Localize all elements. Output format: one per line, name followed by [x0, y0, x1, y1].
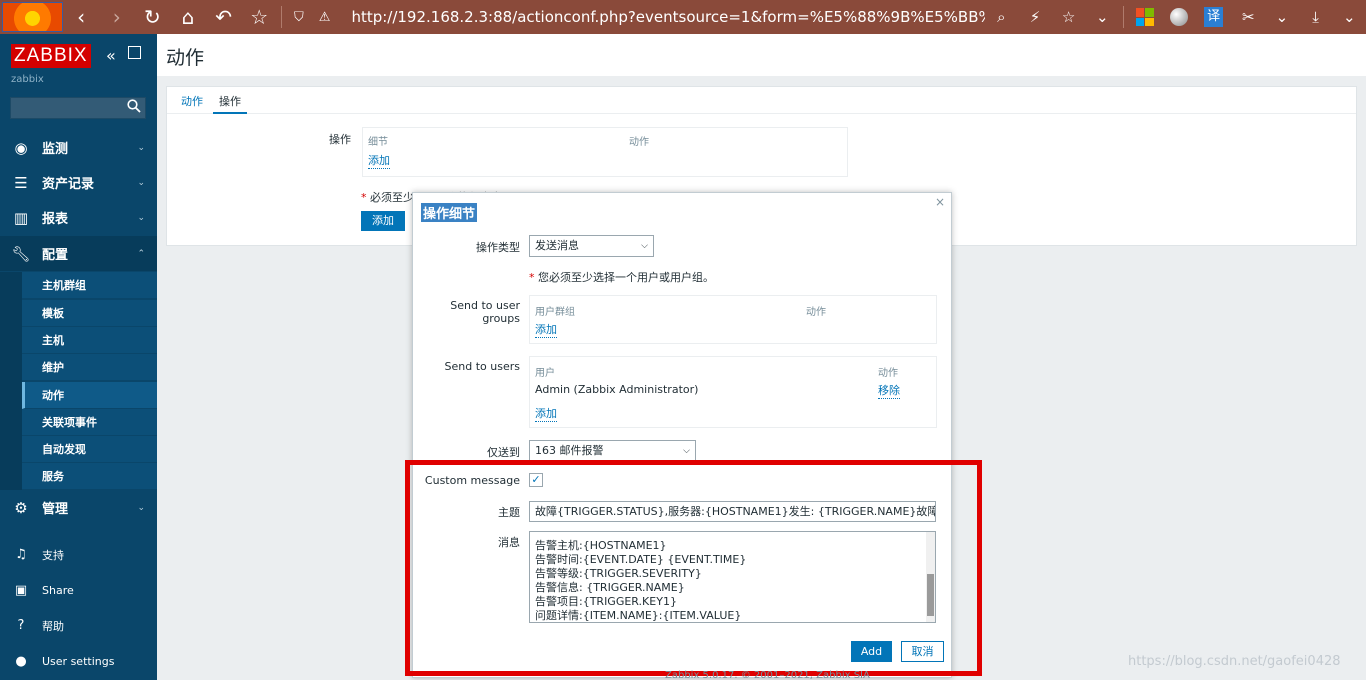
page-header: 动作 — [157, 34, 1366, 76]
user-icon: ● — [15, 654, 27, 669]
operation-type-label: 操作类型 — [476, 241, 520, 254]
headset-icon: ♫ — [15, 547, 27, 562]
users-table: 用户 动作 Admin (Zabbix Administrator) 移除 添加 — [529, 356, 937, 428]
star-icon[interactable]: ☆ — [241, 5, 277, 29]
reload-icon[interactable]: ↻ — [135, 5, 171, 29]
wrench-icon: 🔧︎ — [11, 244, 31, 263]
submenu-host-groups[interactable]: 主机群组 — [22, 272, 157, 299]
add-button[interactable]: 添加 — [361, 211, 405, 231]
operation-type-select[interactable]: 发送消息 ⌵ — [529, 235, 654, 257]
chevron-down-icon: ⌄ — [137, 502, 145, 513]
toolbar-divider — [1123, 6, 1125, 28]
help-icon: ? — [17, 618, 25, 633]
user-groups-label: Send to user groups — [450, 299, 520, 325]
menu-inventory[interactable]: ☰ 资产记录 ⌄ — [0, 165, 157, 200]
sidebar-brand: ZABBIX « — [0, 34, 157, 76]
server-name: zabbix — [11, 74, 44, 85]
user-name: Admin (Zabbix Administrator) — [535, 383, 699, 396]
operations-label: 操作 — [329, 133, 351, 146]
collapse-icon[interactable]: « — [106, 46, 116, 65]
watermark: https://blog.csdn.net/gaofei0428 — [1128, 654, 1341, 669]
share-icon: ▣ — [14, 583, 28, 598]
sidebar: ZABBIX « zabbix ◉ 监测 ⌄ ☰ 资产记录 ⌄ ▥ 报表 ⌄ 🔧… — [0, 34, 157, 680]
required-note: * 您必须至少选择一个用户或用户组。 — [529, 271, 714, 284]
gear-icon: ⚙ — [14, 498, 28, 517]
insecure-icon[interactable]: ⚠ — [312, 10, 338, 25]
back-icon[interactable]: ‹ — [63, 5, 99, 29]
shield-icon[interactable]: ⛉ — [286, 10, 312, 25]
submenu-actions[interactable]: 动作 — [22, 382, 157, 409]
scissors-icon[interactable]: ✂ — [1231, 8, 1265, 26]
address-bar[interactable]: http://192.168.2.3:88/actionconf.php?eve… — [351, 8, 984, 26]
toolbar-divider — [281, 6, 282, 28]
dialog-title: 操作细节 — [421, 203, 478, 222]
submenu-maintenance[interactable]: 维护 — [22, 354, 157, 381]
chevron-down-icon: ⌵ — [683, 446, 690, 456]
send-only-to-select[interactable]: 163 邮件报警 ⌵ — [529, 440, 696, 462]
kiosk-icon[interactable] — [128, 46, 141, 59]
users-label: Send to users — [444, 360, 520, 373]
column-details: 细节 — [368, 137, 388, 148]
menu-support[interactable]: ♫ 支持 — [0, 537, 157, 572]
list-icon: ☰ — [14, 173, 28, 192]
chevron-down-icon[interactable]: ⌄ — [1265, 8, 1299, 26]
submenu-discovery[interactable]: 自动发现 — [22, 436, 157, 463]
tab-operations[interactable]: 操作 — [213, 87, 247, 114]
column-user: 用户 — [535, 368, 555, 379]
search-icon[interactable] — [127, 99, 141, 113]
submenu-strip — [0, 272, 22, 490]
column-action: 动作 — [806, 307, 826, 318]
send-only-to-label: 仅送到 — [487, 446, 520, 459]
translate-icon[interactable]: 译 — [1203, 7, 1224, 27]
eye-icon: ◉ — [14, 138, 28, 157]
column-user-groups: 用户群组 — [535, 307, 575, 318]
chevron-down-icon: ⌄ — [137, 142, 145, 153]
chevron-up-icon: ⌃ — [137, 248, 145, 259]
footer-text: Zabbix 5.0.17. © 2001–2021, Zabbix SIA — [665, 670, 870, 680]
menu-monitoring[interactable]: ◉ 监测 ⌄ — [0, 130, 157, 165]
undo-icon[interactable]: ↶ — [206, 5, 242, 29]
chart-icon: ▥ — [13, 208, 29, 227]
add-operation-link[interactable]: 添加 — [368, 152, 390, 169]
browser-toolbar: ‹ › ↻ ⌂ ↶ ☆ ⛉ ⚠ http://192.168.2.3:88/ac… — [0, 0, 1366, 34]
highlight-annotation — [405, 460, 982, 676]
more-icon[interactable]: ⌄ — [1332, 8, 1366, 26]
download-icon[interactable]: ⤓ — [1299, 8, 1333, 26]
zabbix-logo[interactable]: ZABBIX — [11, 44, 91, 68]
tab-favicon[interactable] — [2, 2, 64, 32]
home-icon[interactable]: ⌂ — [170, 5, 206, 29]
tab-action[interactable]: 动作 — [175, 87, 209, 114]
add-user-group-link[interactable]: 添加 — [535, 321, 557, 338]
submenu-hosts[interactable]: 主机 — [22, 327, 157, 354]
column-action: 动作 — [878, 368, 898, 379]
bookmark-star-icon[interactable]: ☆ — [1052, 8, 1086, 26]
menu-administration[interactable]: ⚙ 管理 ⌄ — [0, 490, 157, 525]
submenu-event-correlation[interactable]: 关联项事件 — [22, 409, 157, 436]
chevron-down-icon[interactable]: ⌄ — [1085, 8, 1119, 26]
apps-icon[interactable] — [1136, 8, 1154, 26]
globe-icon[interactable] — [1169, 8, 1188, 26]
chevron-down-icon: ⌄ — [137, 177, 145, 188]
tab-bar: 动作 操作 — [167, 87, 1356, 114]
page-title: 动作 — [166, 47, 205, 69]
chevron-down-icon: ⌵ — [641, 241, 648, 251]
search-input[interactable] — [10, 97, 146, 119]
add-user-link[interactable]: 添加 — [535, 405, 557, 422]
submenu-services[interactable]: 服务 — [22, 463, 157, 490]
menu-configuration[interactable]: 🔧︎ 配置 ⌃ — [0, 236, 157, 271]
column-action: 动作 — [629, 137, 649, 148]
forward-icon[interactable]: › — [99, 5, 135, 29]
search-icon[interactable]: ⌕ — [985, 8, 1019, 26]
user-groups-table: 用户群组 动作 添加 — [529, 295, 937, 344]
lightning-icon[interactable]: ⚡ — [1018, 8, 1052, 26]
menu-help[interactable]: ? 帮助 — [0, 608, 157, 643]
chevron-down-icon: ⌄ — [137, 212, 145, 223]
remove-user-link[interactable]: 移除 — [878, 382, 900, 399]
menu-reports[interactable]: ▥ 报表 ⌄ — [0, 200, 157, 235]
menu-user-settings[interactable]: ● User settings — [0, 644, 157, 679]
close-icon[interactable]: × — [935, 195, 945, 209]
operations-table: 细节 动作 添加 — [362, 127, 848, 177]
submenu-templates[interactable]: 模板 — [22, 300, 157, 327]
menu-share[interactable]: ▣ Share — [0, 573, 157, 608]
